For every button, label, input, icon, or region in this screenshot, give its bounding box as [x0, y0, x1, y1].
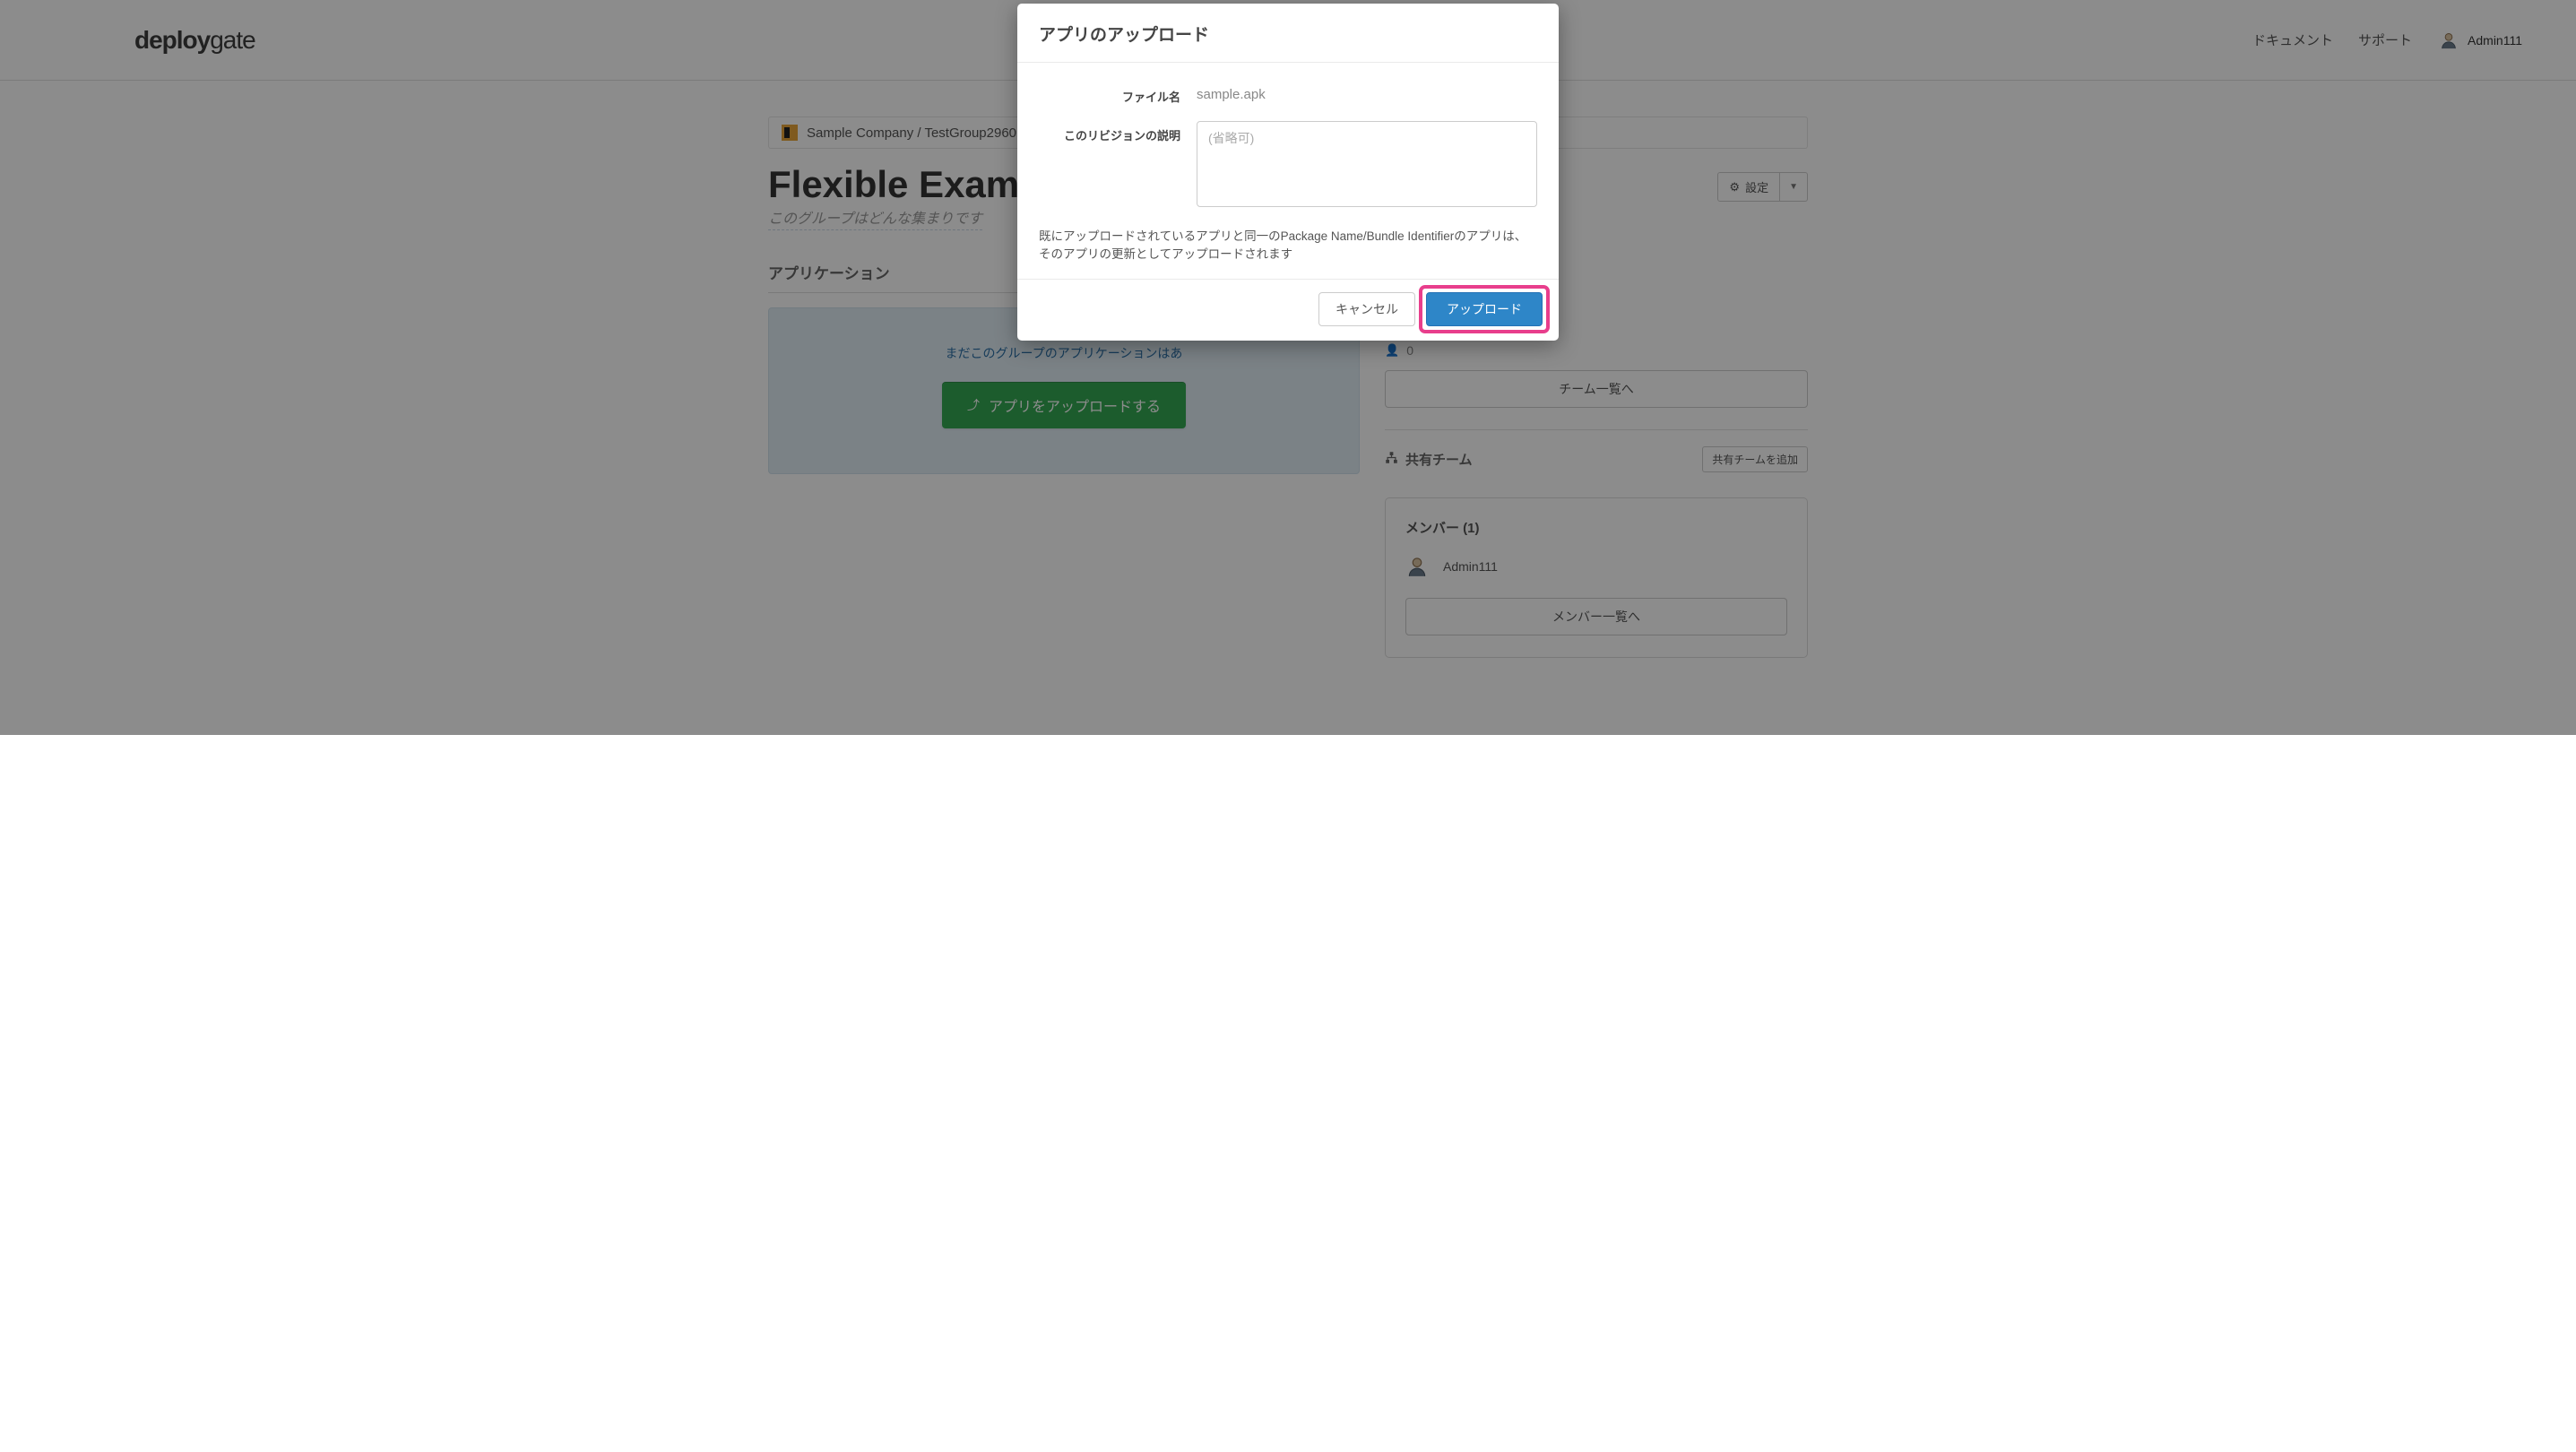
file-name-value: sample.apk: [1197, 82, 1537, 102]
revision-desc-label: このリビジョンの説明: [1039, 121, 1197, 143]
upload-note-text: 既にアップロードされているアプリと同一のPackage Name/Bundle …: [1039, 226, 1537, 272]
modal-title: アプリのアップロード: [1039, 22, 1537, 46]
cancel-button[interactable]: キャンセル: [1318, 292, 1415, 326]
upload-modal: アプリのアップロード ファイル名 sample.apk このリビジョンの説明 既…: [1017, 4, 1559, 341]
upload-button[interactable]: アップロード: [1426, 292, 1543, 326]
file-name-label: ファイル名: [1039, 82, 1197, 105]
revision-desc-input[interactable]: [1197, 121, 1537, 207]
